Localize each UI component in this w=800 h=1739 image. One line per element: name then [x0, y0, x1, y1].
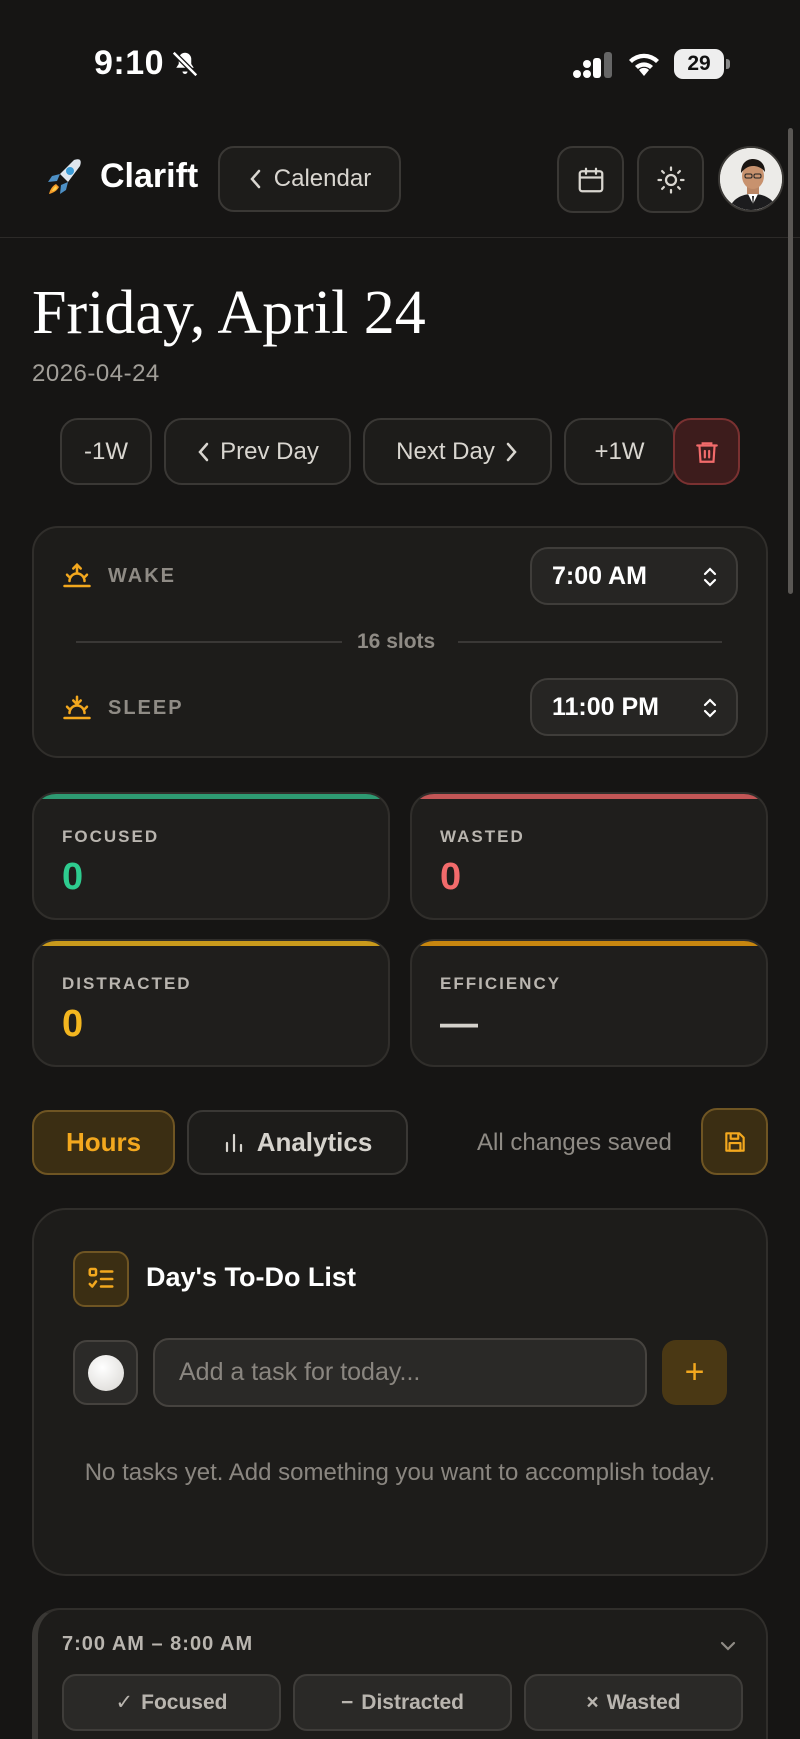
save-button[interactable] — [701, 1108, 768, 1175]
prev-day-label: Prev Day — [220, 437, 319, 465]
cellular-signal-icon — [573, 52, 612, 78]
updown-chevron-icon — [703, 698, 717, 718]
stat-efficiency: EFFICIENCY — — [410, 939, 768, 1067]
add-task-label: + — [684, 1353, 705, 1391]
chevron-left-icon — [250, 169, 261, 189]
rocket-logo-icon — [48, 159, 81, 194]
mark-distracted-label: Distracted — [361, 1690, 464, 1714]
sleep-time-value: 11:00 PM — [552, 692, 660, 721]
scrollbar[interactable] — [788, 128, 793, 594]
save-status: All changes saved — [477, 1129, 672, 1156]
brand-name: Clarift — [100, 157, 199, 195]
wake-time-select[interactable]: 7:00 AM — [530, 547, 738, 605]
stat-accent-bar — [34, 941, 388, 946]
sun-icon — [656, 165, 685, 194]
wake-time-value: 7:00 AM — [552, 561, 647, 590]
calendar-icon — [578, 167, 603, 192]
theme-toggle-button[interactable] — [637, 146, 704, 213]
tab-analytics[interactable]: Analytics — [187, 1110, 408, 1175]
stat-distracted: DISTRACTED 0 — [32, 939, 390, 1067]
chevron-left-icon — [198, 442, 209, 461]
user-photo — [720, 148, 782, 210]
add-task-button[interactable]: + — [662, 1340, 727, 1405]
stat-label: EFFICIENCY — [440, 974, 562, 993]
trash-icon — [695, 441, 718, 463]
plus-week-button[interactable]: +1W — [564, 418, 675, 485]
slot-time-range: 7:00 AM – 8:00 AM — [62, 1633, 254, 1655]
back-to-calendar-button[interactable]: Calendar — [218, 146, 401, 212]
todo-priority-toggle[interactable] — [73, 1340, 138, 1405]
battery-icon: 29 — [674, 49, 730, 79]
sunset-icon — [63, 695, 91, 720]
prev-day-button[interactable]: Prev Day — [164, 418, 351, 485]
tab-analytics-label: Analytics — [256, 1127, 373, 1157]
page-date: 2026-04-24 — [32, 360, 160, 387]
minus-icon: − — [341, 1690, 354, 1714]
stat-focused: FOCUSED 0 — [32, 792, 390, 920]
mark-focused-button[interactable]: ✓ Focused — [62, 1674, 281, 1731]
chevron-right-icon — [506, 442, 517, 461]
mark-wasted-button[interactable]: × Wasted — [524, 1674, 743, 1731]
slots-divider-left — [76, 641, 342, 643]
page-title: Friday, April 24 — [32, 279, 426, 347]
chevron-down-icon[interactable] — [718, 1636, 738, 1656]
mark-distracted-button[interactable]: − Distracted — [293, 1674, 512, 1731]
stat-accent-bar — [412, 941, 766, 946]
user-avatar[interactable] — [718, 146, 784, 212]
stat-value: 0 — [62, 856, 84, 898]
sleep-time-select[interactable]: 11:00 PM — [530, 678, 738, 736]
stat-label: FOCUSED — [62, 827, 160, 846]
stat-value: — — [440, 1003, 478, 1045]
stat-wasted: WASTED 0 — [410, 792, 768, 920]
sleep-label: SLEEP — [108, 697, 184, 719]
mark-focused-label: Focused — [141, 1690, 228, 1714]
minus-week-label: -1W — [84, 437, 128, 465]
save-icon — [724, 1131, 745, 1152]
stat-value: 0 — [62, 1003, 84, 1045]
status-time: 9:10 — [94, 44, 165, 82]
x-icon: × — [586, 1690, 599, 1714]
wifi-icon — [629, 53, 659, 76]
sunrise-icon — [63, 562, 91, 588]
stat-label: DISTRACTED — [62, 974, 192, 993]
slots-divider-right — [458, 641, 722, 643]
todo-title: Day's To-Do List — [146, 1262, 356, 1292]
checklist-icon — [88, 1267, 114, 1288]
header-divider — [0, 237, 800, 238]
bell-muted-icon — [171, 50, 199, 78]
toggle-knob — [87, 1354, 124, 1391]
delete-day-button[interactable] — [673, 418, 740, 485]
battery-level: 29 — [687, 52, 711, 75]
tab-hours-label: Hours — [65, 1127, 142, 1157]
stat-accent-bar — [34, 794, 388, 799]
stat-label: WASTED — [440, 827, 525, 846]
next-day-label: Next Day — [396, 437, 495, 465]
wake-label: WAKE — [108, 565, 176, 587]
check-icon: ✓ — [115, 1691, 134, 1714]
slots-count: 16 slots — [357, 630, 436, 653]
calendar-button[interactable] — [557, 146, 624, 213]
back-to-calendar-label: Calendar — [273, 165, 372, 192]
next-day-button[interactable]: Next Day — [363, 418, 552, 485]
todo-empty-state: No tasks yet. Add something you want to … — [84, 1459, 716, 1486]
mark-wasted-label: Wasted — [606, 1690, 681, 1714]
stat-accent-bar — [412, 794, 766, 799]
todo-input[interactable] — [153, 1338, 647, 1407]
todo-list-icon — [73, 1251, 129, 1307]
stat-value: 0 — [440, 856, 462, 898]
tab-hours[interactable]: Hours — [32, 1110, 175, 1175]
minus-week-button[interactable]: -1W — [60, 418, 152, 485]
updown-chevron-icon — [703, 567, 717, 587]
bar-chart-icon — [225, 1133, 242, 1152]
plus-week-label: +1W — [594, 437, 645, 465]
